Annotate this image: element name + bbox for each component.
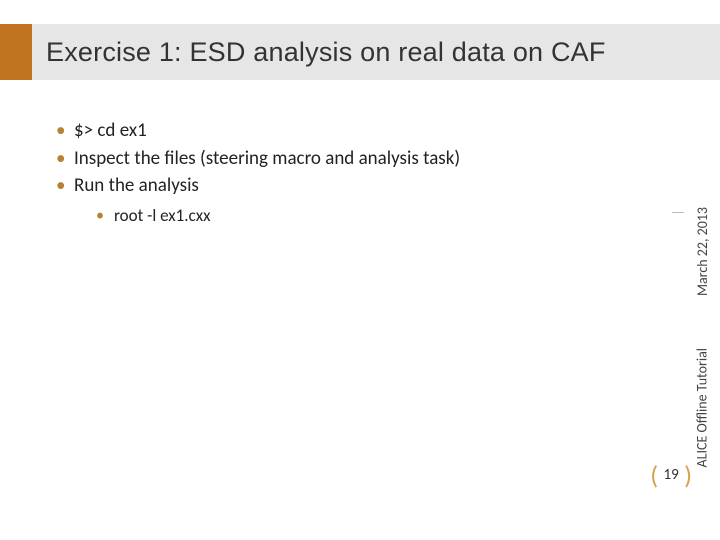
slide: Exercise 1: ESD analysis on real data on… — [0, 0, 720, 540]
sidebar-date: March 22, 2013 — [694, 207, 711, 296]
paren-left-icon: ( — [650, 462, 658, 488]
sub-bullet-group: • root -l ex1.cxx — [96, 205, 616, 228]
bullet-item: • Run the analysis — [56, 173, 616, 199]
sidebar-divider — [672, 212, 684, 213]
title-accent-block — [0, 24, 32, 80]
paren-right-icon: ) — [684, 462, 692, 488]
sidebar-tutorial: ALICE Offline Tutorial — [694, 348, 711, 468]
bullet-icon: • — [56, 173, 74, 199]
bullet-icon: • — [56, 146, 74, 172]
bullet-item: • $> cd ex1 — [56, 118, 616, 144]
bullet-icon: • — [96, 205, 114, 227]
sub-bullet-item: • root -l ex1.cxx — [96, 205, 616, 228]
bullet-item: • Inspect the files (steering macro and … — [56, 146, 616, 172]
bullet-text: Run the analysis — [74, 173, 199, 199]
content-area: • $> cd ex1 • Inspect the files (steerin… — [56, 118, 616, 230]
page-number: 19 — [662, 466, 680, 484]
title-band: Exercise 1: ESD analysis on real data on… — [0, 24, 720, 80]
sub-bullet-text: root -l ex1.cxx — [114, 205, 210, 228]
bullet-icon: • — [56, 118, 74, 144]
bullet-text: Inspect the files (steering macro and an… — [74, 146, 460, 172]
slide-title: Exercise 1: ESD analysis on real data on… — [32, 24, 720, 80]
page-number-wrap: ( 19 ) — [650, 462, 692, 488]
bullet-text: $> cd ex1 — [74, 118, 147, 144]
